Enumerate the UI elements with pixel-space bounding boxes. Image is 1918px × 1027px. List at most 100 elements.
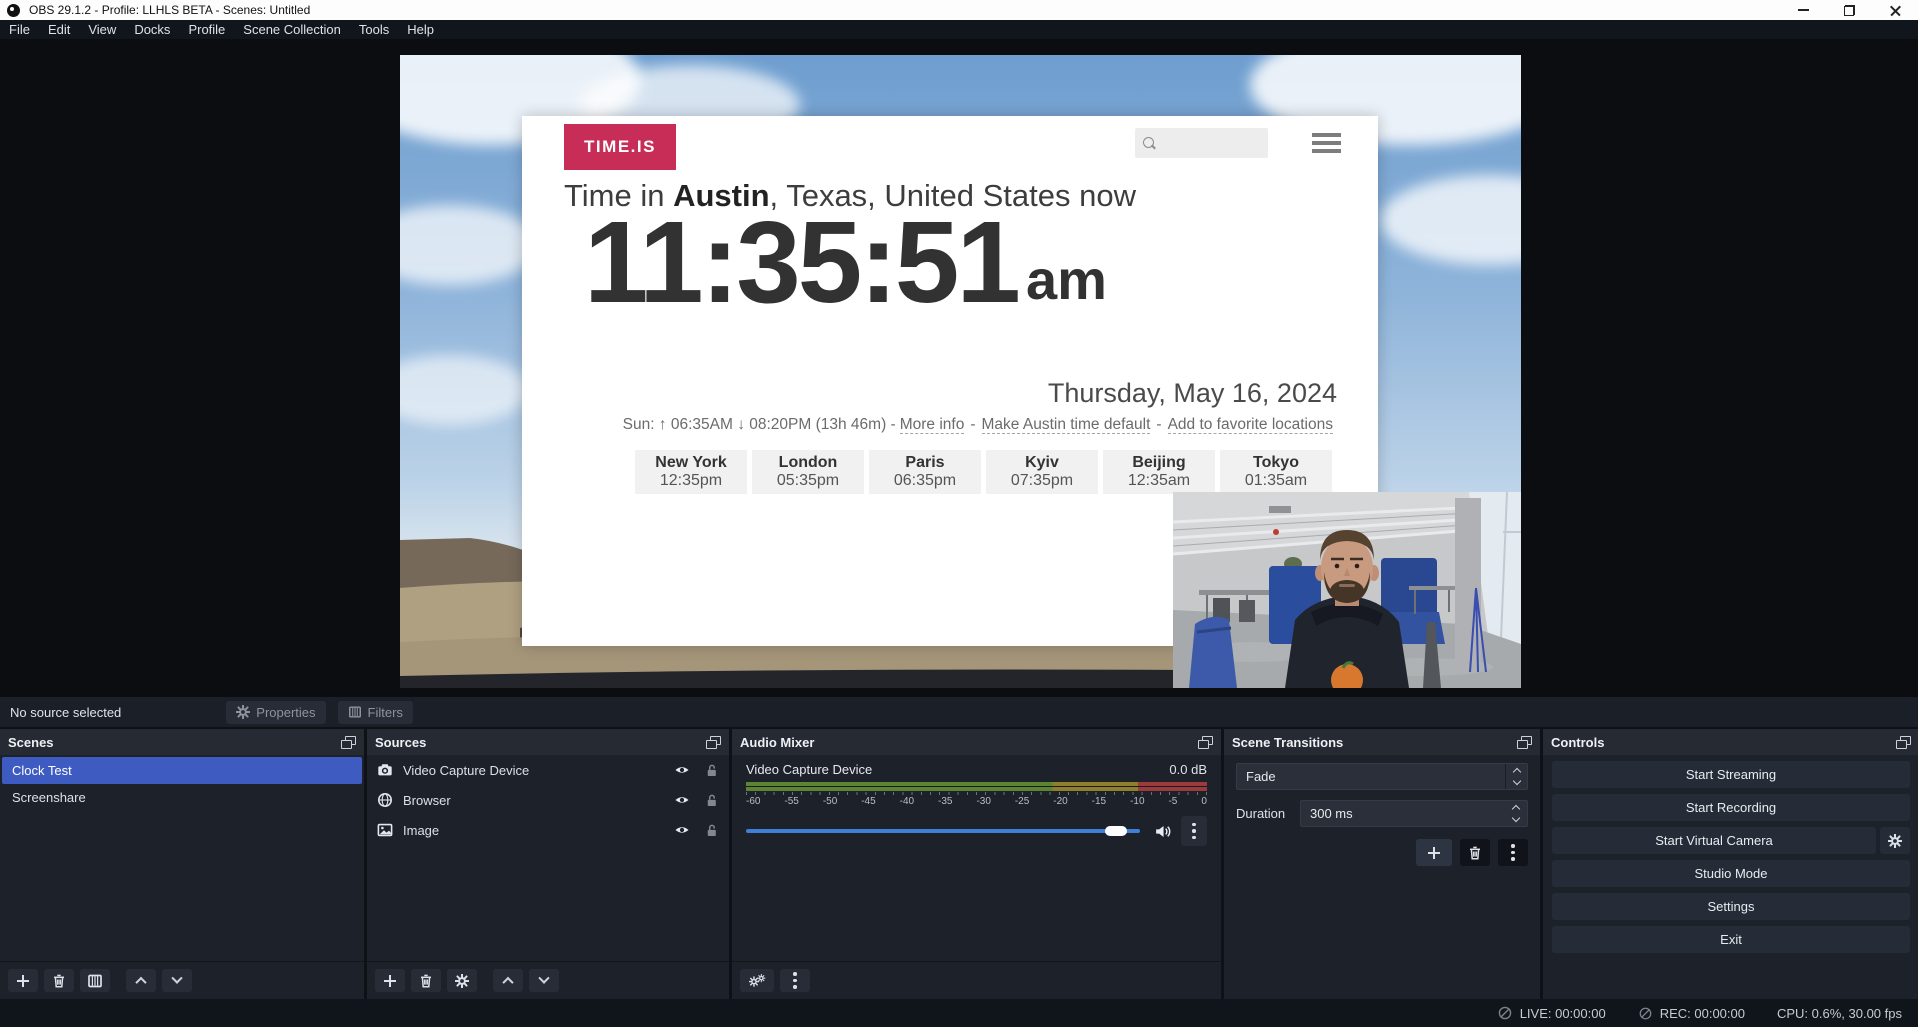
scene-down-button[interactable]: [162, 969, 192, 992]
plus-icon: [1428, 847, 1440, 859]
chevron-down-icon: [171, 972, 182, 983]
scenes-panel: Scenes Clock Test Screenshare: [0, 729, 364, 999]
studio-mode-button[interactable]: Studio Mode: [1552, 860, 1910, 887]
add-source-button[interactable]: [375, 969, 405, 992]
filters-button[interactable]: Filters: [338, 701, 413, 724]
clock-meridiem: am: [1026, 247, 1107, 324]
minimize-button[interactable]: [1780, 0, 1826, 20]
spinner-arrows[interactable]: [1505, 801, 1527, 826]
controls-header: Controls: [1543, 729, 1918, 755]
scene-filters-button[interactable]: [80, 969, 110, 992]
transition-properties-button[interactable]: [1498, 839, 1528, 866]
sun-info-line: Sun: ↑ 06:35AM ↓ 08:20PM (13h 46m) -More…: [623, 416, 1337, 434]
mixer-channel-menu-button[interactable]: [1181, 816, 1207, 846]
menu-profile[interactable]: Profile: [179, 21, 234, 38]
source-row-video-capture[interactable]: Video Capture Device: [367, 755, 729, 785]
menu-file[interactable]: File: [0, 21, 39, 38]
exit-button[interactable]: Exit: [1552, 926, 1910, 953]
popout-icon[interactable]: [706, 736, 721, 749]
volume-slider-handle[interactable]: [1105, 826, 1127, 836]
obs-logo-icon: [7, 4, 20, 17]
duration-input[interactable]: 300 ms: [1300, 800, 1528, 827]
lock-icon[interactable]: [704, 823, 719, 838]
city-card: Paris06:35pm: [869, 450, 981, 494]
volume-slider[interactable]: [746, 829, 1140, 833]
settings-button[interactable]: Settings: [1552, 893, 1910, 920]
advanced-audio-button[interactable]: [740, 969, 774, 992]
sources-list: Video Capture Device Browser Image: [367, 755, 729, 961]
mixer-db-value: 0.0 dB: [1169, 762, 1207, 777]
source-up-button[interactable]: [493, 969, 523, 992]
visibility-eye-icon[interactable]: [674, 762, 690, 778]
popout-icon[interactable]: [1198, 736, 1213, 749]
chevron-up-icon: [1512, 768, 1520, 776]
kebab-icon: [793, 972, 797, 989]
menu-tools[interactable]: Tools: [350, 21, 398, 38]
lock-icon[interactable]: [704, 763, 719, 778]
start-virtual-camera-button[interactable]: Start Virtual Camera: [1552, 827, 1876, 854]
add-scene-button[interactable]: [8, 969, 38, 992]
lock-icon[interactable]: [704, 793, 719, 808]
remove-source-button[interactable]: [411, 969, 441, 992]
gear-icon: [236, 705, 250, 719]
source-row-browser[interactable]: Browser: [367, 785, 729, 815]
double-gear-icon: [749, 973, 766, 988]
chevron-down-icon: [538, 972, 549, 983]
scene-item-screenshare[interactable]: Screenshare: [2, 784, 362, 811]
chevron-down-icon: [1512, 814, 1520, 822]
scene-item-clock-test[interactable]: Clock Test: [2, 757, 362, 784]
virtual-camera-config-button[interactable]: [1880, 827, 1910, 854]
source-context-bar: No source selected Properties Filters: [0, 697, 1918, 727]
context-status-text: No source selected: [10, 705, 121, 720]
remove-transition-button[interactable]: [1460, 839, 1490, 866]
start-recording-button[interactable]: Start Recording: [1552, 794, 1910, 821]
audio-mixer-panel: Audio Mixer Video Capture Device 0.0 dB …: [732, 729, 1221, 999]
visibility-eye-icon[interactable]: [674, 792, 690, 808]
big-clock: 11:35:51 am: [584, 202, 1107, 324]
transition-select[interactable]: Fade: [1236, 763, 1528, 790]
hamburger-menu-icon: [1312, 133, 1341, 157]
filters-icon: [348, 705, 362, 719]
visibility-eye-icon[interactable]: [674, 822, 690, 838]
source-row-image[interactable]: Image: [367, 815, 729, 845]
source-down-button[interactable]: [529, 969, 559, 992]
remove-scene-button[interactable]: [44, 969, 74, 992]
audio-mixer-header: Audio Mixer: [732, 729, 1221, 755]
add-transition-button[interactable]: [1416, 839, 1452, 866]
popout-icon[interactable]: [1517, 736, 1532, 749]
popout-icon[interactable]: [1896, 736, 1911, 749]
speaker-icon[interactable]: [1154, 823, 1171, 840]
popout-icon[interactable]: [341, 736, 356, 749]
properties-button[interactable]: Properties: [226, 701, 325, 724]
mixer-menu-button[interactable]: [780, 969, 810, 992]
stream-inactive-icon: [1497, 1005, 1513, 1021]
timeis-logo: TIME.IS: [564, 124, 676, 170]
scene-up-button[interactable]: [126, 969, 156, 992]
mixer-toolbar: [732, 961, 1221, 999]
controls-body: Start Streaming Start Recording Start Vi…: [1543, 755, 1918, 999]
program-canvas[interactable]: TIME.IS Time in Austin, Texas, United St…: [400, 55, 1521, 688]
controls-panel: Controls Start Streaming Start Recording…: [1543, 729, 1918, 999]
close-button[interactable]: [1872, 0, 1918, 20]
cloud: [1380, 175, 1521, 265]
search-icon: [1143, 137, 1155, 149]
menu-docks[interactable]: Docks: [125, 21, 179, 38]
menu-edit[interactable]: Edit: [39, 21, 79, 38]
city-card: Kyiv07:35pm: [986, 450, 1098, 494]
menu-scene-collection[interactable]: Scene Collection: [234, 21, 350, 38]
volume-meter: [746, 782, 1207, 791]
start-streaming-button[interactable]: Start Streaming: [1552, 761, 1910, 788]
obs-window: OBS 29.1.2 - Profile: LLHLS BETA - Scene…: [0, 0, 1918, 1027]
city-card: Beijing12:35am: [1103, 450, 1215, 494]
scenes-list: Clock Test Screenshare: [0, 755, 364, 961]
source-properties-button[interactable]: [447, 969, 477, 992]
city-card: New York12:35pm: [635, 450, 747, 494]
menu-view[interactable]: View: [79, 21, 125, 38]
restore-button[interactable]: [1826, 0, 1872, 20]
cloud: [400, 205, 540, 285]
menu-help[interactable]: Help: [398, 21, 443, 38]
select-arrows: [1505, 764, 1527, 789]
favorite-link: Add to favorite locations: [1168, 416, 1333, 434]
scenes-header: Scenes: [0, 729, 364, 755]
menu-bar: File Edit View Docks Profile Scene Colle…: [0, 20, 1918, 39]
